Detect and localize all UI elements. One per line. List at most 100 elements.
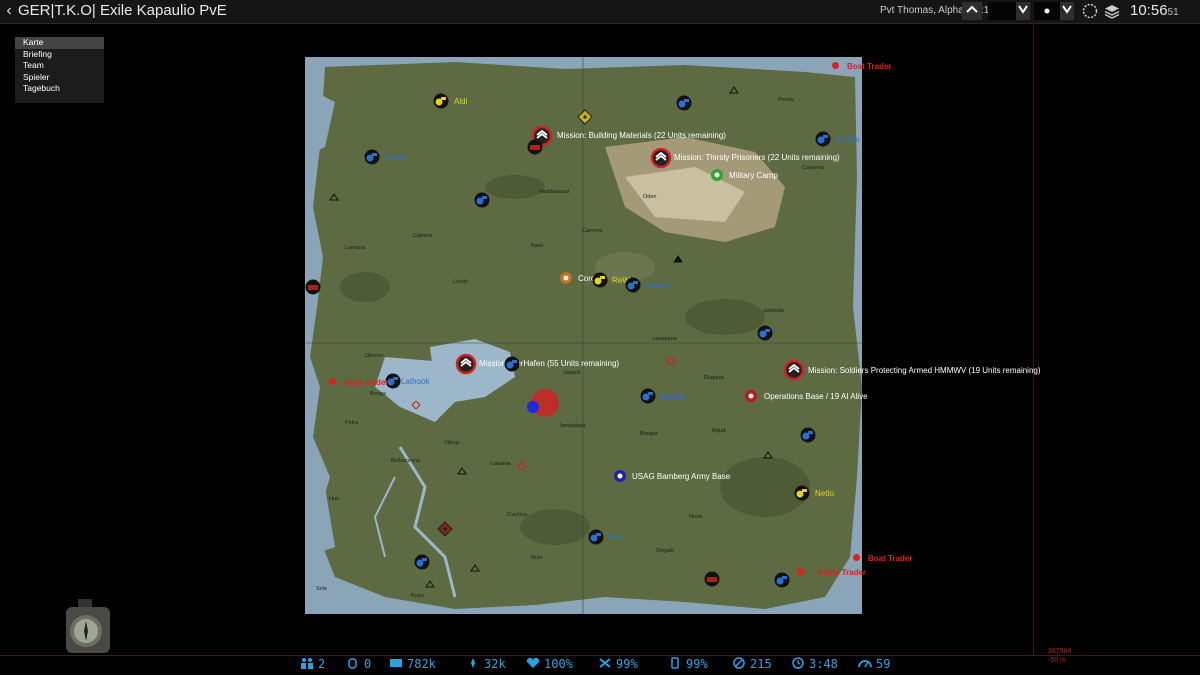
boat-trader-label: Boat Trader (344, 378, 389, 387)
usag-label: USAG Bamberg Army Base (632, 472, 731, 481)
blue-label-zimba: Zimba (384, 153, 407, 162)
operations-base-label: Operations Base / 19 AI Alive (764, 392, 868, 401)
gps-ring-icon[interactable] (1081, 2, 1099, 20)
mountain-icon (457, 467, 467, 475)
blue-dot-icon (614, 470, 626, 482)
red-crosshair-icon (518, 462, 526, 470)
town-label: Sole (316, 586, 328, 592)
money-icon (390, 659, 402, 667)
town-label: Bonga (370, 391, 386, 397)
town-label: Hun (329, 496, 340, 502)
town-label: Jambola (763, 308, 784, 314)
health-icon (526, 657, 540, 668)
town-label: Luntana (345, 245, 365, 251)
boat-trader-marker[interactable]: Boat Trader (831, 61, 891, 72)
repair-icon (599, 658, 611, 668)
grenade-stat: 0 (346, 657, 371, 674)
map-menu: Karte Briefing Team Spieler Tagebuch (15, 37, 104, 103)
red-crosshair-icon (667, 357, 675, 365)
plane-trader-label: Plane Trader (818, 568, 867, 577)
clock-icon (792, 657, 804, 669)
side-color-swatch[interactable] (988, 2, 1016, 20)
red-vehicle-icon (527, 139, 543, 155)
diamond-icon (437, 521, 453, 537)
blue-trader-icon (676, 95, 692, 111)
menu-item-team[interactable]: Team (15, 60, 104, 72)
mission-marker[interactable]: Mission: Soldiers Protecting Armed HMMWV… (783, 359, 1041, 383)
blue-label-anubis: Anubis (835, 135, 860, 144)
town-label: Kawi (531, 243, 543, 249)
menu-item-spieler[interactable]: Spieler (15, 72, 104, 84)
respect-icon (471, 658, 475, 668)
town-label: Jappoli (563, 370, 581, 376)
blue-trader-icon (757, 325, 773, 341)
red-vehicle-icon (305, 279, 321, 295)
marker-shape-swatch[interactable] (1034, 2, 1060, 20)
trader-icon (433, 93, 449, 109)
mission-chevron-icon (650, 147, 672, 169)
green-dot-icon (711, 169, 723, 181)
blue-label-hawaii: Hawaii (645, 281, 670, 290)
blue-trader-icon (800, 427, 816, 443)
boat-trader-marker[interactable]: Boat Trader (328, 377, 388, 388)
back-chevron-icon[interactable]: ‹ (2, 1, 16, 21)
mountain-icon (763, 451, 773, 459)
blue-trader-icon (414, 554, 430, 570)
boat-trader-label: Boat Trader (847, 62, 892, 71)
grenade-icon (348, 658, 357, 669)
coord-grid: 267984 (1048, 648, 1072, 655)
menu-item-karte[interactable]: Karte (15, 37, 104, 49)
menu-item-tagebuch[interactable]: Tagebuch (15, 83, 104, 95)
mountain-icon (470, 564, 480, 572)
side-dropdown-chevron-icon[interactable] (1016, 2, 1030, 20)
town-label: Cachina (507, 512, 528, 518)
operations-base-marker[interactable]: Operations Base / 19 AI Alive (744, 389, 868, 405)
town-label: Ruto (531, 555, 543, 561)
fps-gauge-icon (858, 660, 872, 668)
town-label: Lahaina (491, 461, 511, 467)
blue-trader-icon (815, 131, 831, 147)
town-label: Viking (444, 440, 459, 446)
orange-dot-icon (560, 272, 572, 284)
drink-icon (671, 657, 679, 669)
mountain-icon (729, 86, 739, 94)
time-stat: 3:48 (791, 657, 838, 674)
town-label: Oborno (365, 353, 384, 359)
players-icon (301, 658, 313, 669)
fps-stat: 59 (858, 657, 890, 674)
layers-icon[interactable] (1103, 2, 1121, 20)
trader-label-netto: Netto (815, 489, 835, 498)
compass-icon (56, 597, 116, 657)
diamond-icon (577, 109, 593, 125)
menu-item-briefing[interactable]: Briefing (15, 49, 104, 61)
blue-trader-icon (640, 388, 656, 404)
town-label: casatama (653, 336, 677, 342)
town-label: Ruguisa (704, 375, 725, 381)
red-small-dot-icon (832, 62, 839, 69)
speed-stat: 215 (732, 657, 772, 674)
top-bar: ‹ GER|T.K.O| Exile Kapaulio PvE Pvt Thom… (0, 0, 1200, 24)
players-stat: 2 (300, 657, 325, 674)
mission-label: Mission: Thirsty Prisoners (22 Units rem… (674, 153, 840, 162)
respect-stat: 32k (466, 657, 506, 674)
red-small-dot-icon (329, 378, 336, 385)
blue-trader-icon (588, 529, 604, 545)
marker-dropdown-chevron-icon[interactable] (1060, 2, 1074, 20)
town-label: Bangar (640, 431, 658, 437)
boat-trader-label: Boat Trader (868, 554, 913, 563)
boat-trader-marker[interactable]: Boat Trader (852, 553, 912, 564)
mission-label: Mission: Building Materials (22 Units re… (557, 131, 726, 140)
clock: 10:5651 (1130, 2, 1179, 19)
mission-label: Mission: DerHafen (55 Units remaining) (479, 359, 620, 368)
repair-stat: 99% (598, 657, 638, 674)
town-label: Jambalaya (559, 423, 586, 429)
town-label: Haddawassi (539, 189, 569, 195)
trader-icon (794, 485, 810, 501)
terrain-map[interactable]: Mission: Building Materials (22 Units re… (305, 57, 862, 614)
plane-trader-marker[interactable]: Plane Trader (796, 567, 866, 578)
red-small-dot-icon (797, 568, 804, 575)
town-label: Lundy (453, 279, 468, 285)
red-small-dot-icon (853, 554, 860, 561)
town-label: Nova (689, 514, 702, 520)
collapse-chevron-icon[interactable] (962, 2, 982, 20)
